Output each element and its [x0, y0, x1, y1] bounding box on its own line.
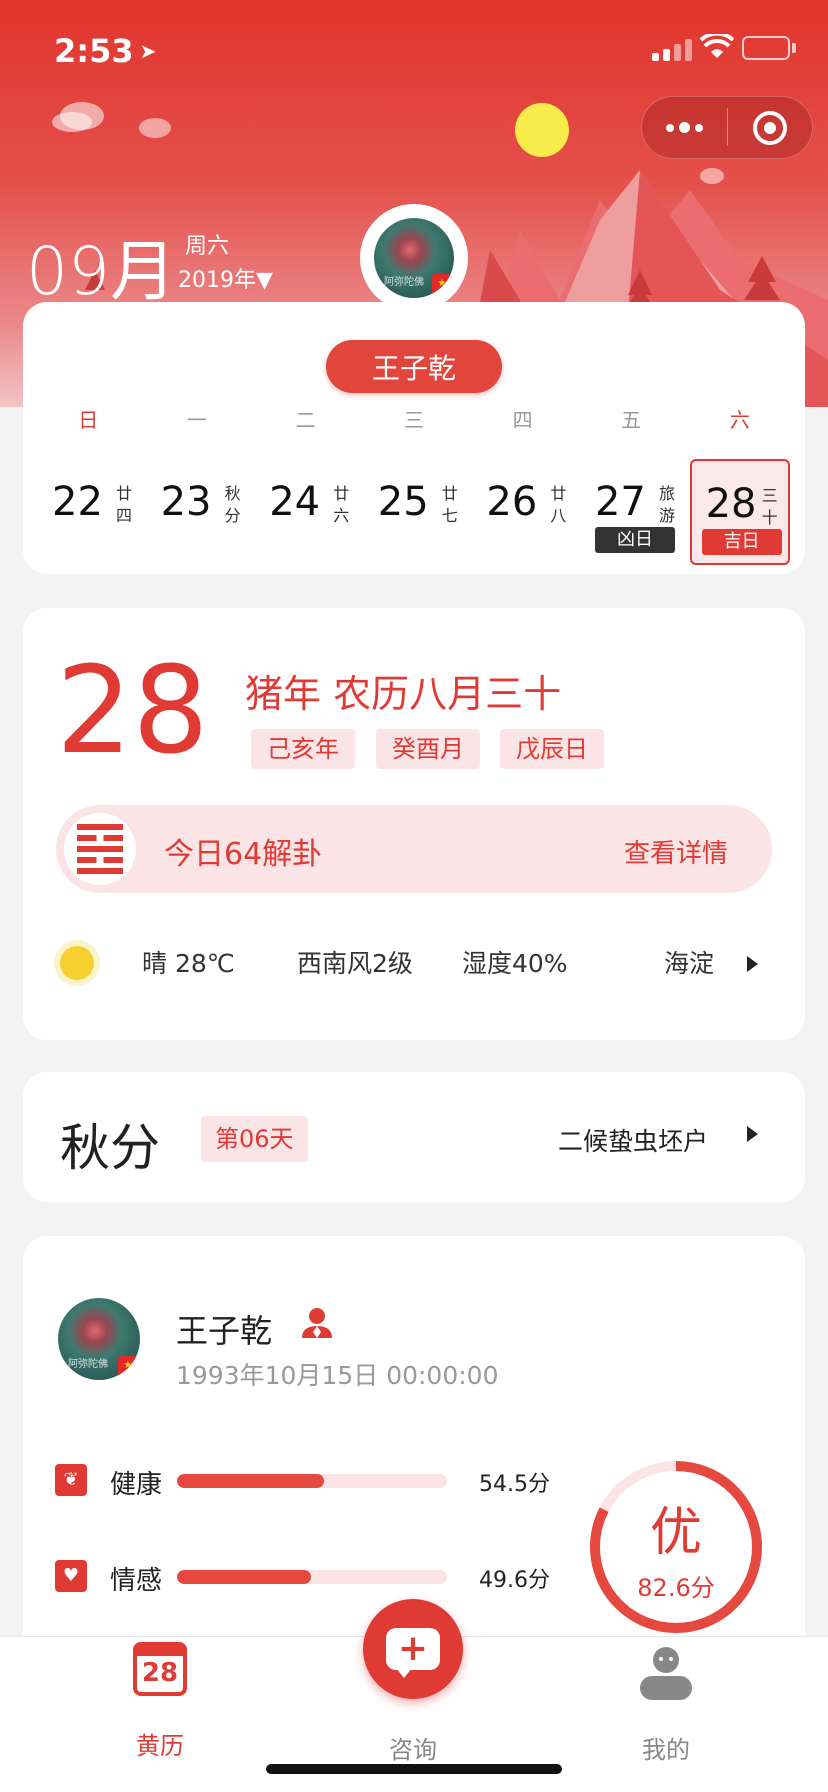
hexagram-text: 今日64解卦	[164, 837, 323, 872]
robot-user-icon[interactable]	[638, 1646, 694, 1702]
weather-condition: 晴 28℃	[142, 949, 235, 978]
day-number: 28	[705, 481, 757, 527]
header-avatar[interactable]: 阿弥陀佛 ★	[360, 204, 468, 312]
day-lunar: 秋分	[224, 484, 241, 525]
battery-icon	[742, 36, 790, 60]
arrow-right-icon[interactable]	[747, 1126, 758, 1142]
profile-name: 王子乾	[176, 1312, 273, 1350]
metric-bar-track	[177, 1570, 447, 1584]
day-lunar: 廿七	[441, 484, 458, 525]
wifi-icon	[700, 34, 734, 58]
weekday-label: 五	[621, 408, 642, 432]
day-lunar: 廿六	[333, 484, 350, 525]
metric-score: 49.6分	[479, 1568, 550, 1593]
calendar-day[interactable]: 22 廿四	[34, 459, 143, 565]
more-icon[interactable]	[641, 96, 727, 159]
weather-humidity: 湿度40%	[462, 949, 568, 978]
user-name-pill[interactable]: 王子乾	[326, 340, 502, 393]
day-number: 23	[160, 479, 212, 525]
avatar-image: 阿弥陀佛 ★	[374, 218, 454, 298]
battery-tip	[792, 43, 796, 53]
view-details-link[interactable]: 查看详情	[624, 833, 728, 870]
metric-bar-fill	[177, 1570, 311, 1584]
chat-plus-icon: +	[386, 1628, 440, 1678]
day-lunar: 三十	[761, 486, 778, 527]
day-lunar: 廿四	[116, 484, 133, 525]
status-time: 2:53 ➤	[54, 32, 157, 70]
day-lunar: 廿八	[550, 484, 567, 525]
metric-bar-fill	[177, 1474, 325, 1488]
hexagram-icon	[64, 813, 136, 885]
metric-label: 健康	[110, 1470, 163, 1500]
total-score: 82.6分	[637, 1574, 715, 1602]
calendar-day[interactable]: 26 廿八	[468, 459, 577, 565]
signal-icon	[652, 37, 696, 61]
emotion-metric: ♥ 情感 49.6分	[55, 1554, 575, 1596]
heart-icon: ♥	[55, 1560, 87, 1592]
weather-location[interactable]: 海淀	[664, 944, 714, 980]
flag-badge-icon: ★	[432, 274, 452, 294]
tab-mine[interactable]: 我的	[606, 1730, 726, 1765]
current-month: 09月	[26, 233, 176, 310]
day-number: 22	[52, 479, 103, 525]
location-arrow-icon: ➤	[139, 39, 157, 63]
lunar-date: 猪年 农历八月三十	[245, 672, 562, 716]
week-days-row: 22 廿四 23 秋分 24 廿六 25 廿七 26 廿八 27 旅游 凶日 28 三十 吉日	[34, 459, 794, 565]
weather-wind: 西南风2级	[297, 949, 413, 978]
calendar-day[interactable]: 24 廿六	[251, 459, 360, 565]
calendar-day-selected[interactable]: 28 三十 吉日	[689, 459, 790, 565]
calendar-day[interactable]: 23 秋分	[143, 459, 252, 565]
avatar-watermark: 阿弥陀佛	[384, 277, 424, 288]
weekday-header: 日 一 二 三 四 五 六	[34, 404, 794, 433]
day-lunar: 旅游	[658, 484, 675, 525]
profile-avatar[interactable]: 阿弥陀佛 ★	[58, 1298, 140, 1380]
ganzhi-year: 己亥年	[251, 729, 355, 769]
calendar-day[interactable]: 27 旅游 凶日	[577, 459, 686, 565]
metric-bar-track	[177, 1474, 447, 1488]
metric-score: 54.5分	[479, 1472, 550, 1497]
ganzhi-month: 癸酉月	[376, 729, 480, 769]
person-icon[interactable]	[300, 1306, 334, 1338]
solar-term-day-badge: 第06天	[201, 1116, 308, 1162]
ganzhi-day: 戊辰日	[500, 729, 604, 769]
weekday-label: 二	[295, 408, 316, 432]
health-metric: ❦ 健康 54.5分	[55, 1458, 575, 1500]
weekday-label: 一	[186, 408, 207, 432]
total-grade: 优	[649, 1503, 702, 1563]
day-number: 27	[594, 479, 646, 525]
metric-label: 情感	[110, 1566, 163, 1596]
weekday-label: 六	[729, 408, 750, 432]
close-miniprogram-icon[interactable]	[727, 96, 813, 159]
calendar-tab-icon[interactable]: 28	[133, 1642, 187, 1696]
weekday-label: 日	[78, 408, 99, 432]
tab-calendar[interactable]: 黄历	[100, 1726, 220, 1761]
sunny-icon	[60, 946, 94, 980]
home-indicator	[266, 1764, 562, 1774]
bad-day-badge: 凶日	[594, 527, 675, 553]
today-day-number: 28	[56, 642, 209, 781]
profile-birth-date: 1993年10月15日 00:00:00	[176, 1361, 499, 1390]
day-number: 25	[377, 479, 429, 525]
current-weekday: 周六	[185, 234, 230, 259]
weekday-label: 四	[512, 408, 533, 432]
leaf-icon: ❦	[55, 1464, 87, 1496]
year-selector[interactable]: 2019年▼	[178, 262, 273, 294]
solar-term-name: 秋分	[60, 1119, 160, 1177]
hexagram-banner[interactable]: 今日64解卦 查看详情	[56, 805, 772, 893]
day-number: 26	[486, 479, 538, 525]
consult-button[interactable]: +	[363, 1599, 463, 1699]
day-number: 24	[269, 479, 321, 525]
tab-consult[interactable]: 咨询	[353, 1730, 473, 1765]
calendar-day[interactable]: 25 廿七	[360, 459, 469, 565]
weekday-label: 三	[404, 408, 425, 432]
arrow-right-icon[interactable]	[747, 956, 758, 972]
good-day-badge: 吉日	[701, 529, 782, 555]
calendar-tab-number: 28	[141, 1658, 179, 1688]
avatar-watermark: 阿弥陀佛	[68, 1359, 108, 1370]
flag-badge-icon: ★	[118, 1356, 138, 1376]
solar-term-phase: 二候蛰虫坯户	[558, 1127, 709, 1156]
